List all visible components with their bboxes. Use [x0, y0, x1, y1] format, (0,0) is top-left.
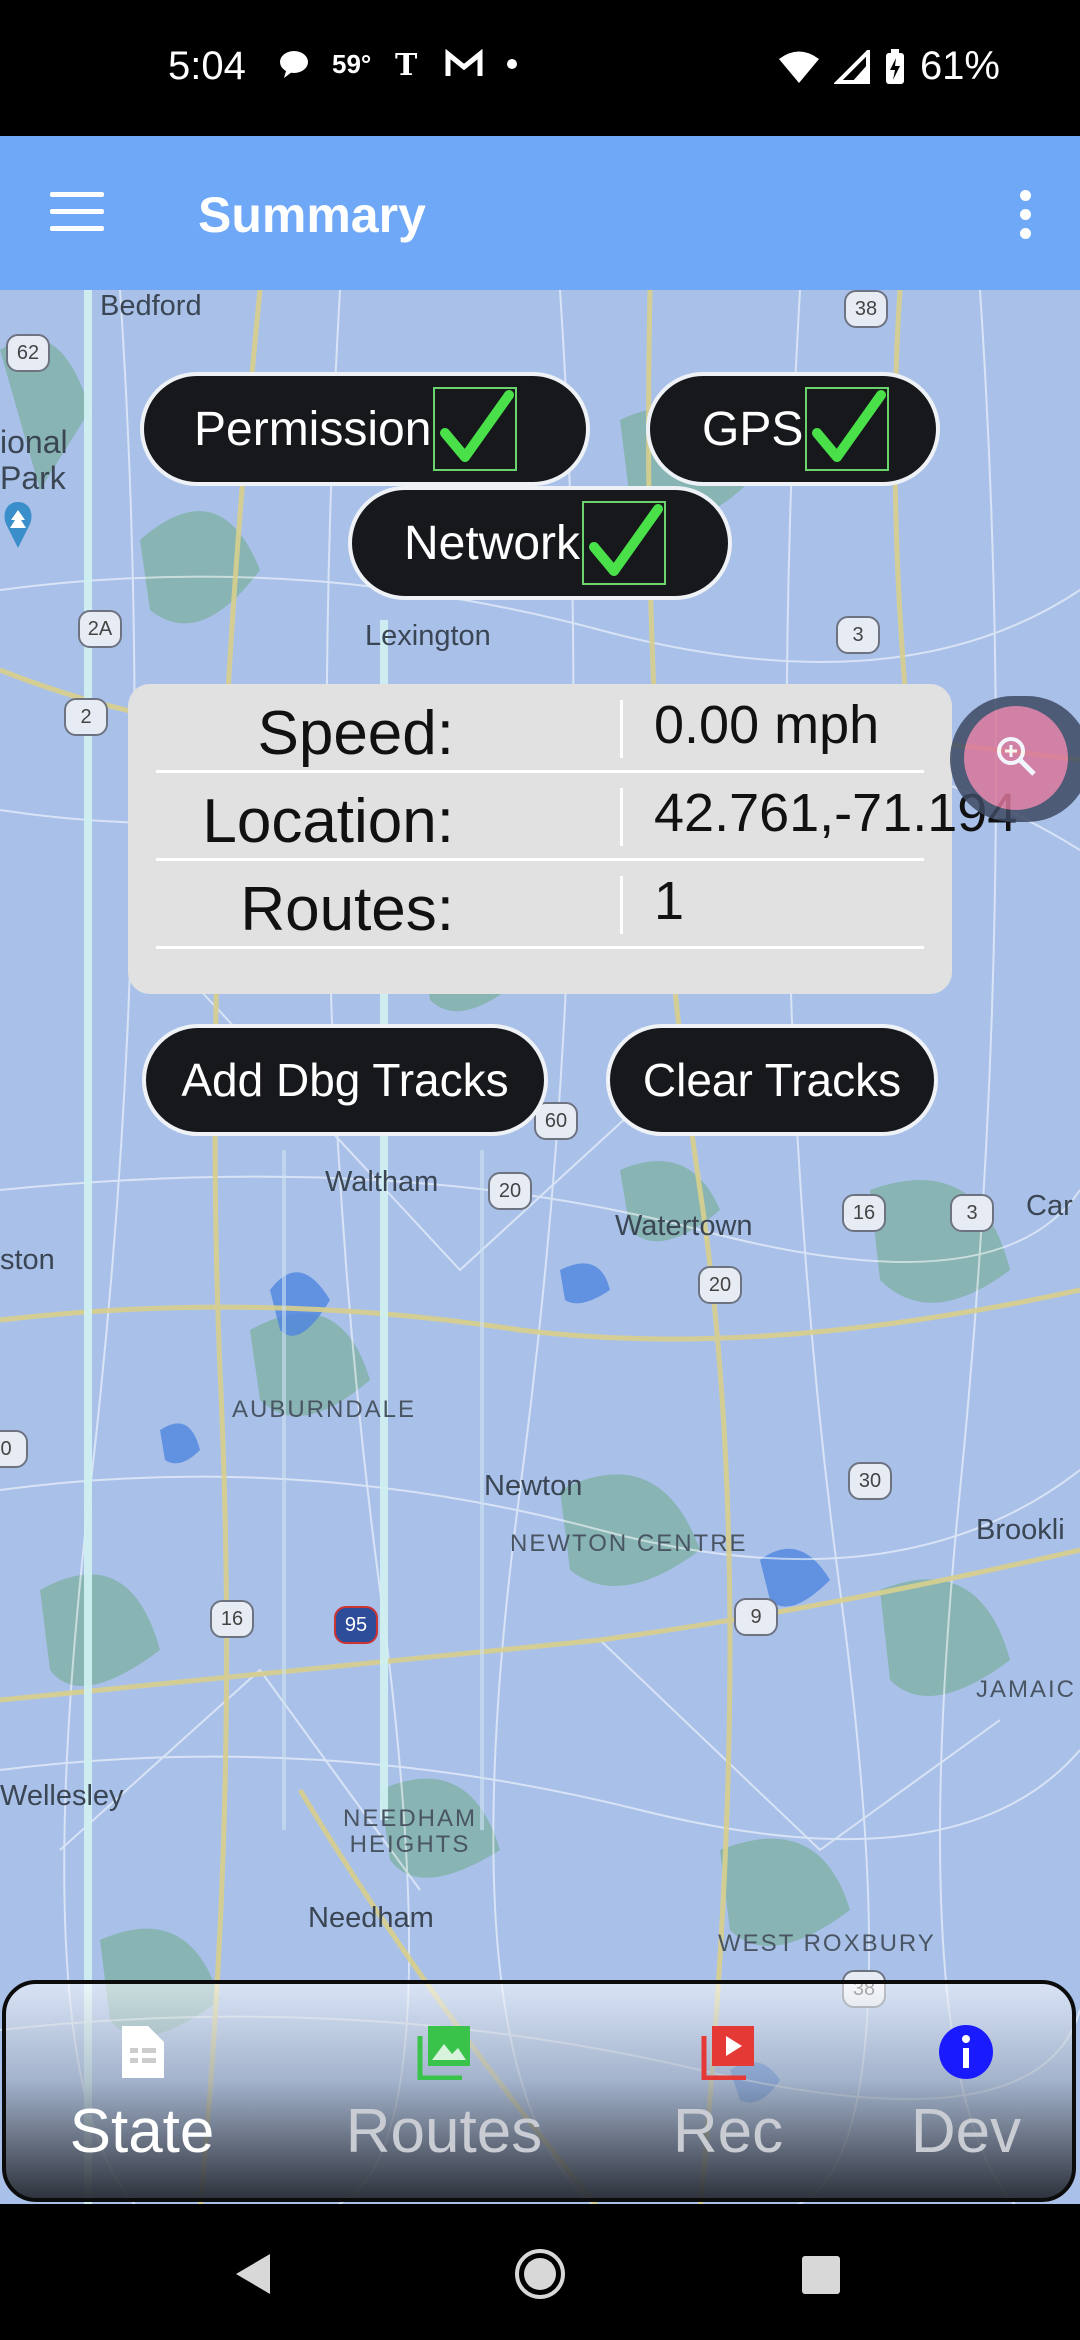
network-label: Network [404, 516, 581, 570]
route-shield: 20 [488, 1172, 532, 1210]
signal-icon [833, 49, 870, 84]
route-shield: 2A [78, 610, 122, 648]
routes-row: Routes: 1 [156, 860, 924, 949]
home-icon[interactable] [514, 2248, 566, 2300]
permission-status-pill: Permission [140, 372, 590, 486]
tab-dev[interactable]: Dev [866, 1984, 1066, 2198]
dot-icon [507, 59, 518, 69]
wifi-icon [778, 51, 819, 83]
map-label-watertown: Watertown [615, 1210, 753, 1242]
route-shield: 20 [698, 1266, 742, 1304]
network-check-icon [582, 501, 667, 585]
news-icon: T [395, 48, 418, 80]
route-shield: 16 [210, 1600, 254, 1638]
location-label: Location: [202, 787, 454, 856]
map-label-wellesley: Wellesley [0, 1780, 124, 1812]
tab-state-label: State [69, 2097, 215, 2166]
map-label-jamaica: JAMAIC [976, 1676, 1077, 1703]
tab-dev-label: Dev [910, 2097, 1022, 2166]
map-label-west-roxbury: WEST ROXBURY [718, 1930, 936, 1957]
route-shield: 30 [848, 1462, 892, 1500]
status-bar: 5:04 59° T 61% [0, 0, 1080, 136]
system-navigation-bar [0, 2204, 1080, 2340]
status-time: 5:04 [168, 44, 246, 88]
speed-row: Speed: 0.00 mph [156, 684, 924, 773]
route-shield: 16 [842, 1194, 886, 1232]
mail-icon [445, 49, 483, 76]
tab-routes[interactable]: Routes [344, 1984, 544, 2198]
battery-percent: 61% [919, 44, 1000, 88]
add-debug-tracks-button[interactable]: Add Dbg Tracks [142, 1024, 548, 1136]
gps-label: GPS [702, 402, 804, 456]
location-row: Location: 42.761,-71.194 [156, 772, 1017, 861]
map-label-cam: Car [1026, 1190, 1073, 1222]
chat-bubble-icon [280, 51, 308, 78]
park-marker-icon [4, 502, 32, 548]
route-shield: 3 [950, 1194, 994, 1232]
permission-label: Permission [194, 402, 432, 456]
app-bar: Summary [0, 136, 1080, 290]
battery-icon [885, 48, 904, 84]
tab-routes-label: Routes [345, 2097, 543, 2166]
map-label-needham-heights: NEEDHAM HEIGHTS [342, 1805, 477, 1858]
map-label-bedford: Bedford [100, 290, 202, 322]
routes-value: 1 [654, 871, 685, 931]
tab-rec-label: Rec [672, 2097, 784, 2166]
tab-state[interactable]: State [42, 1984, 242, 2198]
route-shield: 3 [836, 616, 880, 654]
system-status-icons: 61% [778, 44, 1000, 89]
temperature: 59° [332, 48, 372, 79]
map-label-newton: Newton [484, 1470, 583, 1502]
map-label-needham: Needham [308, 1902, 434, 1934]
zoom-in-icon [997, 737, 1036, 776]
info-icon [939, 2025, 993, 2079]
gps-check-icon [805, 387, 890, 471]
bottom-navigation: State Routes Rec Dev [2, 1980, 1076, 2202]
menu-icon[interactable] [50, 192, 104, 232]
route-shield: 95 [334, 1606, 378, 1644]
routes-label: Routes: [240, 875, 454, 944]
route-shield: 38 [844, 290, 888, 328]
map-label-newton-centre: NEWTON CENTRE [510, 1530, 748, 1557]
recents-icon[interactable] [800, 2254, 842, 2296]
route-shield: 62 [6, 334, 50, 372]
speed-label: Speed: [257, 699, 454, 768]
map-label-ston: ston [0, 1244, 55, 1276]
more-options-icon[interactable] [1020, 190, 1034, 247]
route-shield: 2 [64, 698, 108, 736]
info-panel: Speed: 0.00 mph Location: 42.761,-71.194… [128, 684, 1017, 994]
svg-text:T: T [395, 48, 418, 80]
network-status-pill: Network [348, 486, 732, 600]
speed-value: 0.00 mph [654, 695, 880, 755]
gallery-icon [417, 2026, 470, 2080]
page-title: Summary [198, 187, 426, 243]
map-label-lexington: Lexington [365, 620, 491, 652]
map-label-park: ional Park [0, 424, 68, 496]
tab-rec[interactable]: Rec [628, 1984, 828, 2198]
back-icon[interactable] [234, 2252, 274, 2296]
map-label-brookline: Brookli [976, 1514, 1065, 1546]
route-shield: 0 [0, 1430, 28, 1468]
clear-tracks-button[interactable]: Clear Tracks [606, 1024, 938, 1136]
zoom-button[interactable] [950, 696, 1080, 822]
route-shield: 9 [734, 1598, 778, 1636]
gps-status-pill: GPS [646, 372, 940, 486]
map-label-auburndale: AUBURNDALE [232, 1396, 417, 1423]
notification-icons: 59° T [278, 48, 519, 80]
map-label-waltham: Waltham [325, 1166, 439, 1198]
document-icon [122, 2026, 164, 2078]
video-library-icon [701, 2026, 754, 2080]
permission-check-icon [433, 387, 518, 471]
